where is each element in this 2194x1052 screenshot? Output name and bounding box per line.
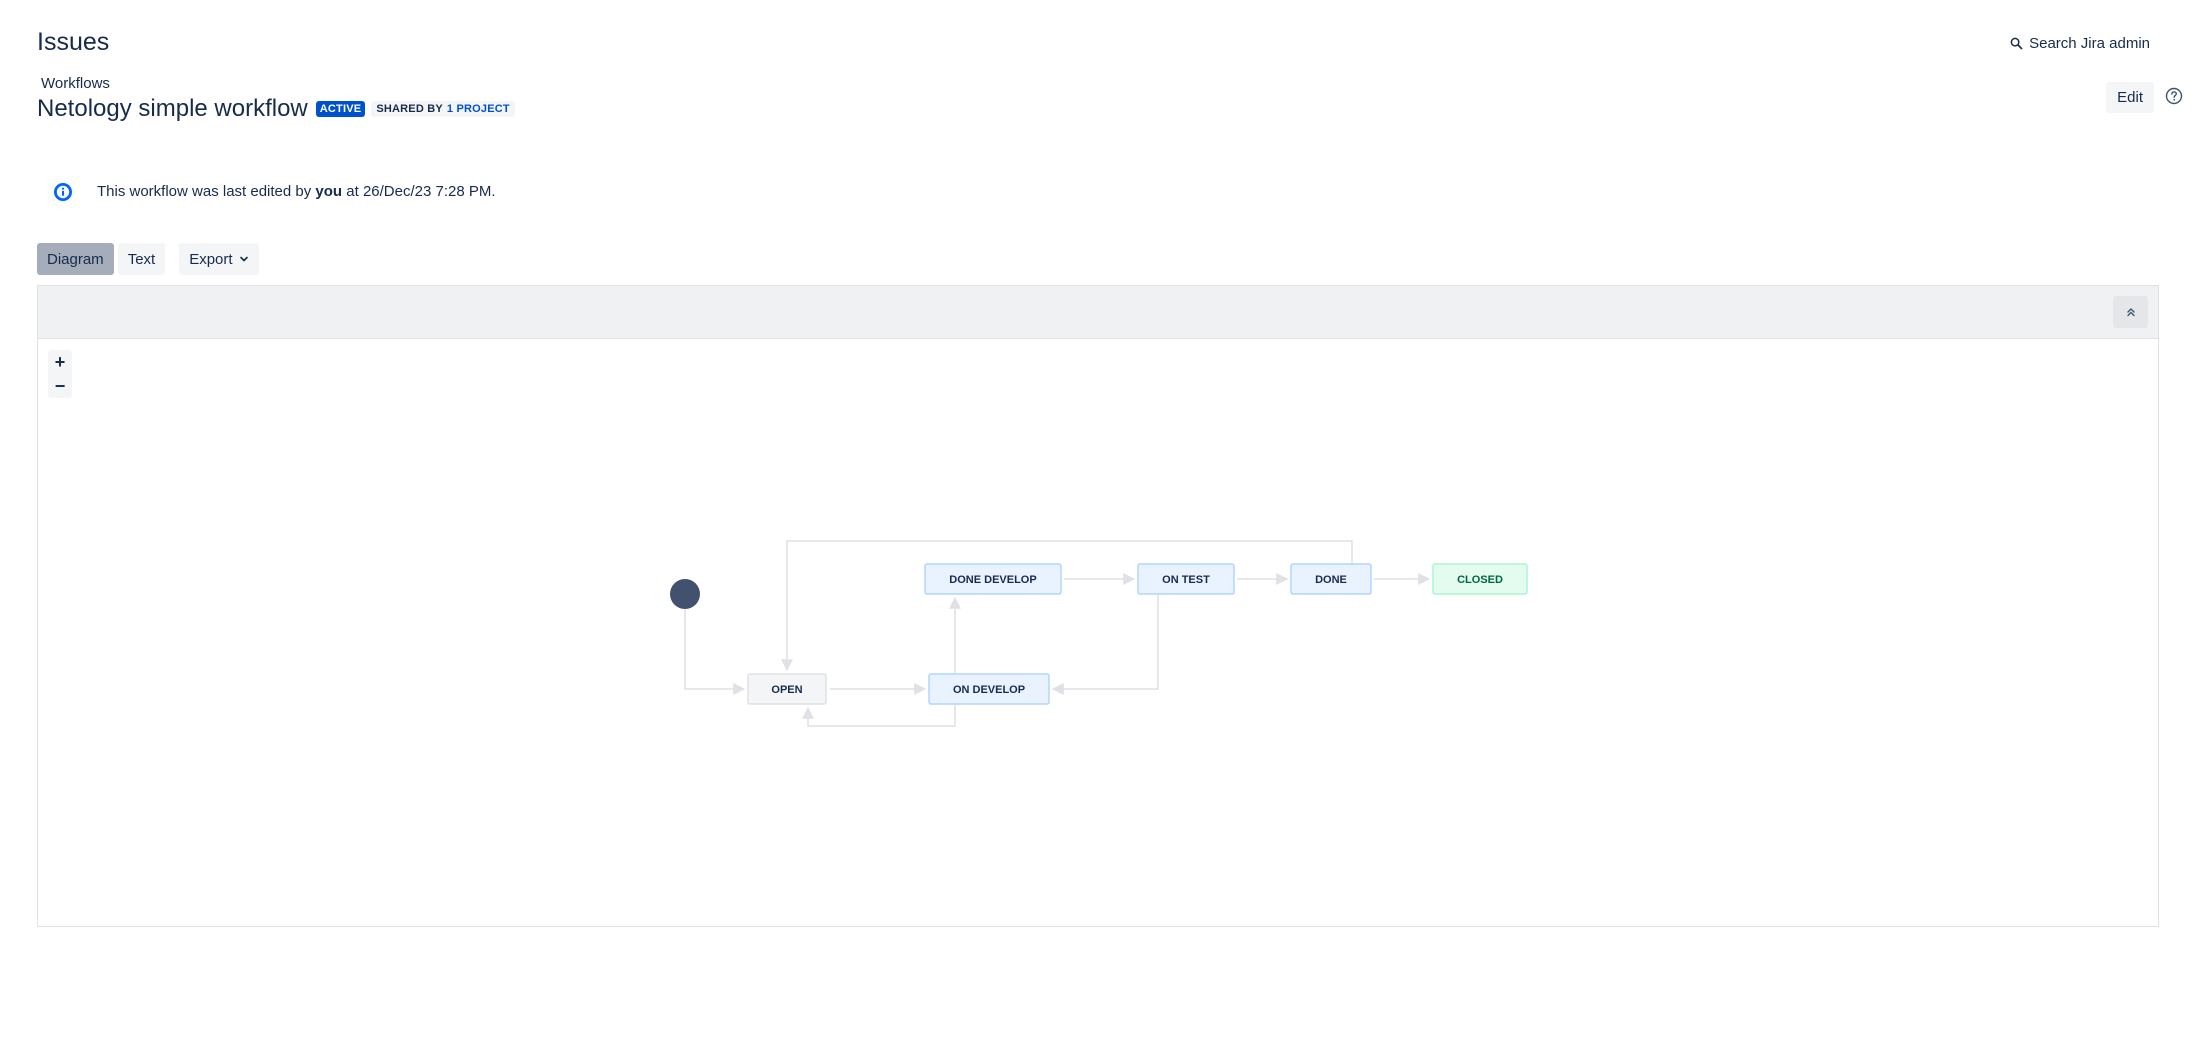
status-node-open[interactable]: OPEN	[747, 673, 827, 705]
status-label: ON DEVELOP	[953, 684, 1025, 696]
chevron-down-icon	[239, 256, 248, 262]
status-label: DONE DEVELOP	[949, 574, 1036, 586]
status-node-closed[interactable]: CLOSED	[1432, 563, 1528, 595]
transition-ontest-ondevelop	[1051, 594, 1159, 695]
search-jira-admin-link[interactable]: Search Jira admin	[2010, 35, 2150, 52]
tab-text[interactable]: Text	[117, 243, 166, 275]
last-edited-user: you	[315, 183, 343, 200]
shared-by-lozenge: SHARED BY 1 PROJECT	[371, 101, 515, 117]
transition-done-open	[781, 540, 1353, 672]
view-toolbar: Diagram Text Export	[37, 243, 259, 275]
last-edited-suffix: at 26/Dec/23 7:28 PM.	[346, 183, 496, 200]
status-node-done[interactable]: DONE	[1290, 563, 1372, 595]
status-node-on-test[interactable]: ON TEST	[1137, 563, 1235, 595]
search-admin-label: Search Jira admin	[2029, 35, 2150, 52]
status-node-on-develop[interactable]: ON DEVELOP	[928, 673, 1050, 705]
export-dropdown[interactable]: Export	[179, 243, 259, 275]
tab-diagram[interactable]: Diagram	[37, 243, 114, 275]
workflow-title: Netology simple workflow	[37, 95, 308, 122]
status-label: ON TEST	[1162, 574, 1210, 586]
last-edited-text: This workflow was last edited by you at …	[97, 183, 496, 200]
workflow-diagram: + − OPEN ON DEVELOP DONE DEVELOP ON TEST DON…	[37, 285, 2159, 927]
shared-project-link[interactable]: 1 PROJECT	[447, 103, 510, 115]
start-node	[670, 579, 700, 609]
shared-by-label: SHARED BY	[376, 103, 443, 115]
status-label: DONE	[1315, 574, 1347, 586]
edit-button[interactable]: Edit	[2106, 82, 2154, 113]
diagram-canvas: OPEN ON DEVELOP DONE DEVELOP ON TEST DONE CLO…	[670, 540, 1528, 727]
search-icon	[2010, 37, 2023, 50]
export-label: Export	[189, 250, 233, 268]
help-icon[interactable]	[2165, 87, 2183, 105]
active-lozenge: ACTIVE	[315, 101, 366, 117]
transition-start-open	[684, 609, 746, 695]
status-label: CLOSED	[1457, 574, 1503, 586]
breadcrumb-workflows[interactable]: Workflows	[41, 75, 110, 92]
status-label: OPEN	[771, 684, 802, 696]
page-heading: Issues	[37, 28, 110, 56]
last-edited-prefix: This workflow was last edited by	[97, 183, 312, 200]
info-icon	[54, 183, 72, 201]
status-node-done-develop[interactable]: DONE DEVELOP	[924, 563, 1062, 595]
info-message: This workflow was last edited by you at …	[37, 168, 837, 216]
transition-ondevelop-open	[802, 704, 956, 727]
